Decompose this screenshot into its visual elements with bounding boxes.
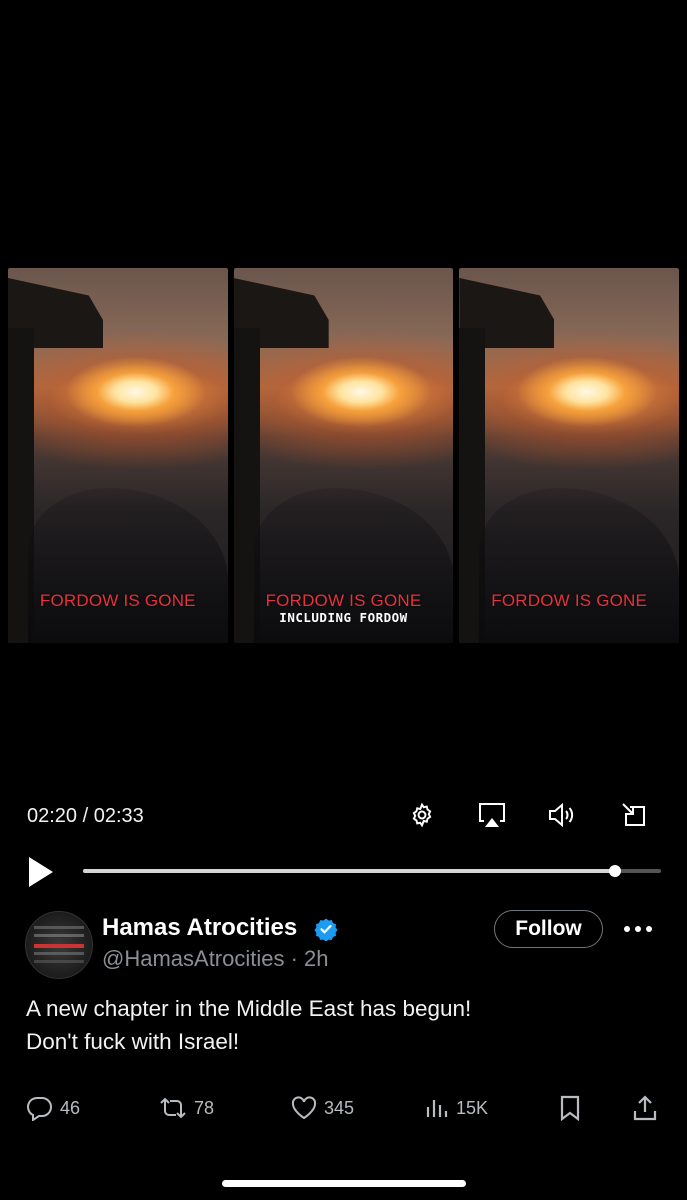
reply-button[interactable]: 46 [26, 1090, 80, 1126]
like-button[interactable]: 345 [290, 1090, 354, 1126]
repost-button[interactable]: 78 [158, 1090, 214, 1126]
avatar-texture [34, 944, 84, 948]
video-player[interactable]: FORDOW IS GONE FORDOW IS GONE INCLUDING … [0, 0, 687, 790]
foreground-shadow [28, 488, 228, 643]
verified-badge-icon [314, 917, 338, 942]
minimize-icon[interactable] [618, 799, 650, 831]
play-button[interactable] [27, 855, 57, 889]
settings-icon[interactable] [406, 799, 438, 831]
video-time: 02:20 / 02:33 [27, 805, 144, 827]
share-icon [633, 1095, 657, 1121]
seek-bar[interactable] [83, 865, 661, 877]
avatar-texture [34, 934, 84, 937]
tweet-text-line: A new chapter in the Middle East has beg… [26, 996, 472, 1021]
tweet-text-line: Don't fuck with Israel! [26, 1029, 240, 1054]
follow-button[interactable]: Follow [494, 910, 603, 948]
video-controls: 02:20 / 02:33 [0, 795, 687, 890]
home-indicator[interactable] [222, 1180, 466, 1187]
view-count: 15K [456, 1097, 489, 1118]
airplay-icon[interactable] [476, 799, 508, 831]
repost-icon [160, 1097, 186, 1119]
avatar-texture [34, 952, 84, 955]
reply-count: 46 [60, 1097, 81, 1118]
more-options-icon[interactable] [620, 914, 660, 944]
share-button[interactable] [632, 1090, 664, 1126]
bookmark-icon [560, 1095, 580, 1122]
video-subtitle: INCLUDING FORDOW [279, 610, 408, 625]
avatar-texture [34, 960, 84, 963]
like-count: 345 [324, 1097, 355, 1118]
handle-and-time[interactable]: @HamasAtrocities · 2h [102, 946, 329, 972]
volume-icon[interactable] [546, 799, 578, 831]
video-frame[interactable]: FORDOW IS GONE FORDOW IS GONE INCLUDING … [8, 268, 680, 643]
video-caption: FORDOW IS GONE [265, 591, 422, 610]
display-name[interactable]: Hamas Atrocities [102, 914, 297, 942]
tweet-actions: 46 78 345 15K [0, 1090, 687, 1126]
video-caption: FORDOW IS GONE [39, 591, 196, 610]
avatar[interactable] [25, 911, 93, 979]
video-panel-center: FORDOW IS GONE INCLUDING FORDOW [233, 268, 454, 643]
reply-icon [27, 1096, 52, 1121]
video-panel-right: FORDOW IS GONE [459, 268, 680, 643]
analytics-icon [426, 1100, 448, 1117]
video-caption: FORDOW IS GONE [491, 591, 648, 610]
tweet-text: A new chapter in the Middle East has beg… [26, 992, 666, 1058]
bookmark-button[interactable] [558, 1090, 588, 1126]
seek-progress [83, 869, 615, 873]
foreground-shadow [479, 488, 680, 643]
repost-count: 78 [194, 1097, 215, 1118]
seek-handle[interactable] [608, 865, 621, 877]
avatar-texture [34, 926, 84, 929]
views-button[interactable]: 15K [424, 1090, 488, 1126]
video-panel-left: FORDOW IS GONE [8, 268, 228, 643]
heart-icon [291, 1096, 317, 1120]
